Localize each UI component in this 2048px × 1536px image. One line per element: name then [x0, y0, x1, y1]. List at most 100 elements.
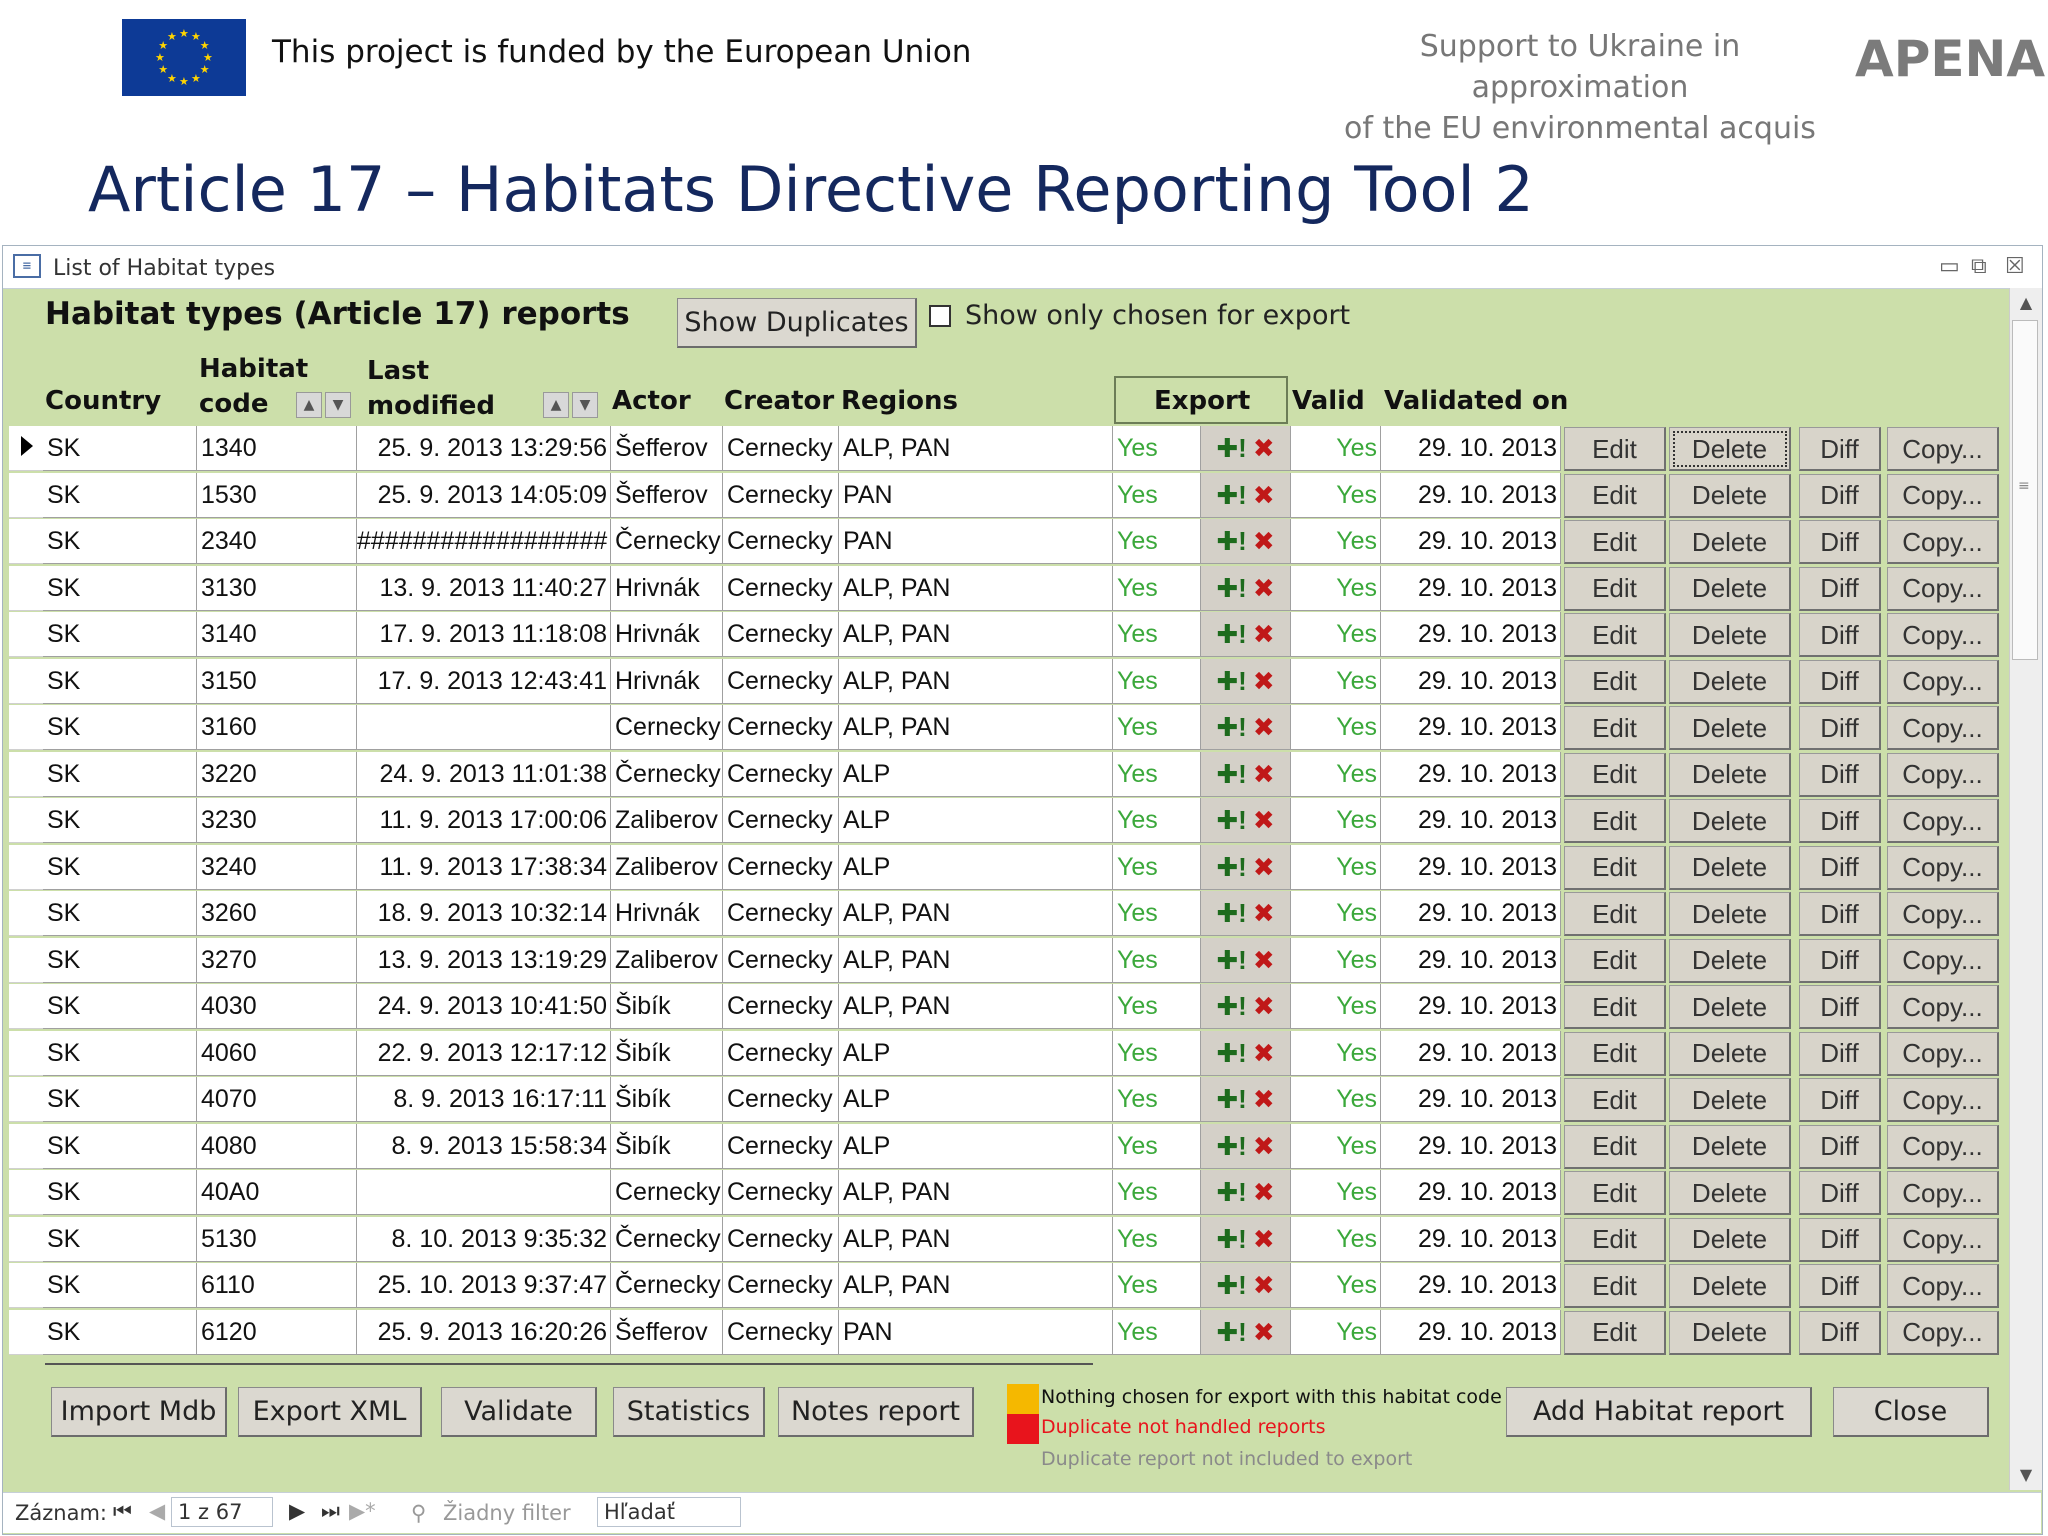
cell-validated[interactable]: 29. 10. 2013 [1381, 1216, 1561, 1262]
edit-button[interactable]: Edit [1564, 1264, 1666, 1308]
delete-button[interactable]: Delete [1669, 1031, 1791, 1076]
cell-regions[interactable]: ALP, PAN [839, 705, 1113, 750]
delete-button[interactable]: Delete [1669, 659, 1791, 704]
cell-validated[interactable]: 29. 10. 2013 [1381, 1077, 1561, 1122]
delete-button[interactable]: Delete [1669, 427, 1791, 471]
delete-button[interactable]: Delete [1669, 473, 1791, 518]
sort-ascending-modified-icon[interactable]: ▲ [543, 392, 569, 418]
cell-validated[interactable]: 29. 10. 2013 [1381, 751, 1561, 797]
cell-modified[interactable]: 11. 9. 2013 17:00:06 [357, 798, 611, 843]
table-row[interactable]: SK 1340 25. 9. 2013 13:29:56 Šefferov Cernec… [3, 426, 2003, 472]
cell-creator[interactable]: Cernecky [723, 1123, 839, 1169]
scroll-up-icon[interactable]: ▲ [2010, 288, 2042, 318]
cell-actor[interactable]: Černecky [611, 519, 723, 564]
cell-regions[interactable]: ALP [839, 751, 1113, 797]
include-export-icon[interactable]: ✚! [1216, 433, 1246, 463]
scroll-down-icon[interactable]: ▼ [2010, 1460, 2042, 1490]
cell-export[interactable]: Yes [1113, 565, 1201, 611]
copy-button[interactable]: Copy... [1887, 938, 1999, 983]
cell-export[interactable]: Yes [1113, 798, 1201, 843]
cell-export[interactable]: Yes [1113, 844, 1201, 890]
cell-regions[interactable]: PAN [839, 519, 1113, 564]
search-field[interactable]: Hľadať [597, 1497, 741, 1527]
cell-export[interactable]: Yes [1113, 658, 1201, 704]
record-selector[interactable] [9, 612, 43, 657]
cell-actor[interactable]: Hrivnák [611, 658, 723, 704]
cell-regions[interactable]: ALP, PAN [839, 565, 1113, 611]
cell-creator[interactable]: Cernecky [723, 426, 839, 471]
table-row[interactable]: SK 40A0 Cernecky Cernecky ALP, PAN Yes ✚! ✖ Yes 2… [3, 1170, 2003, 1216]
edit-button[interactable]: Edit [1564, 1310, 1666, 1355]
edit-button[interactable]: Edit [1564, 1171, 1666, 1215]
restore-icon[interactable]: ⧉ [1971, 254, 1987, 279]
exclude-export-icon[interactable]: ✖ [1253, 1317, 1275, 1347]
diff-button[interactable]: Diff [1799, 985, 1881, 1029]
cell-actor[interactable]: Zaliberov [611, 844, 723, 890]
cell-country[interactable]: SK [43, 426, 197, 471]
delete-button[interactable]: Delete [1669, 1217, 1791, 1262]
delete-button[interactable]: Delete [1669, 520, 1791, 564]
copy-button[interactable]: Copy... [1887, 427, 1999, 471]
cell-country[interactable]: SK [43, 1263, 197, 1308]
cell-modified[interactable]: 24. 9. 2013 10:41:50 [357, 984, 611, 1029]
cell-country[interactable]: SK [43, 612, 197, 657]
record-selector[interactable] [9, 658, 43, 704]
edit-button[interactable]: Edit [1564, 1124, 1666, 1169]
cell-actor[interactable]: Hrivnák [611, 565, 723, 611]
diff-button[interactable]: Diff [1799, 613, 1881, 657]
delete-button[interactable]: Delete [1669, 1124, 1791, 1169]
cell-regions[interactable]: ALP, PAN [839, 984, 1113, 1029]
edit-button[interactable]: Edit [1564, 1217, 1666, 1262]
table-row[interactable]: SK 3260 18. 9. 2013 10:32:14 Hrivnák Cerneck… [3, 891, 2003, 937]
table-row[interactable]: SK 3160 Cernecky Cernecky ALP, PAN Yes ✚! ✖ Yes 2… [3, 705, 2003, 751]
cell-code[interactable]: 3130 [197, 565, 357, 611]
table-row[interactable]: SK 4070 8. 9. 2013 16:17:11 Šibík Cernecky AL… [3, 1077, 2003, 1123]
record-selector[interactable] [9, 984, 43, 1029]
cell-valid[interactable]: Yes [1291, 1170, 1381, 1215]
cell-export[interactable]: Yes [1113, 519, 1201, 564]
minimize-icon[interactable]: ▭ [1939, 254, 1960, 279]
include-export-icon[interactable]: ✚! [1216, 898, 1246, 928]
cell-modified[interactable]: 17. 9. 2013 11:18:08 [357, 612, 611, 657]
include-export-icon[interactable]: ✚! [1216, 991, 1246, 1021]
diff-button[interactable]: Diff [1799, 1310, 1881, 1355]
cell-country[interactable]: SK [43, 1030, 197, 1076]
cell-code[interactable]: 3270 [197, 937, 357, 983]
cell-creator[interactable]: Cernecky [723, 751, 839, 797]
diff-button[interactable]: Diff [1799, 1078, 1881, 1122]
cell-modified[interactable] [357, 1170, 611, 1215]
cell-actor[interactable]: Hrivnák [611, 891, 723, 936]
edit-button[interactable]: Edit [1564, 1078, 1666, 1122]
cell-modified[interactable]: 25. 9. 2013 14:05:09 [357, 472, 611, 518]
sort-ascending-code-icon[interactable]: ▲ [296, 392, 322, 418]
include-export-icon[interactable]: ✚! [1216, 1038, 1246, 1068]
cell-country[interactable]: SK [43, 844, 197, 890]
cell-creator[interactable]: Cernecky [723, 984, 839, 1029]
include-export-icon[interactable]: ✚! [1216, 480, 1246, 510]
include-export-icon[interactable]: ✚! [1216, 619, 1246, 649]
cell-code[interactable]: 1530 [197, 472, 357, 518]
table-row[interactable]: SK 2340 ################## Černecky Cernecky… [3, 519, 2003, 565]
exclude-export-icon[interactable]: ✖ [1253, 619, 1275, 649]
exclude-export-icon[interactable]: ✖ [1253, 852, 1275, 882]
cell-regions[interactable]: ALP [839, 1077, 1113, 1122]
include-export-icon[interactable]: ✚! [1216, 1084, 1246, 1114]
cell-country[interactable]: SK [43, 891, 197, 936]
diff-button[interactable]: Diff [1799, 1124, 1881, 1169]
cell-country[interactable]: SK [43, 1077, 197, 1122]
cell-export[interactable]: Yes [1113, 1216, 1201, 1262]
cell-modified[interactable]: 25. 9. 2013 16:20:26 [357, 1309, 611, 1355]
cell-regions[interactable]: ALP, PAN [839, 426, 1113, 471]
cell-creator[interactable]: Cernecky [723, 844, 839, 890]
exclude-export-icon[interactable]: ✖ [1253, 526, 1275, 556]
cell-creator[interactable]: Cernecky [723, 565, 839, 611]
cell-actor[interactable]: Černecky [611, 1263, 723, 1308]
cell-code[interactable]: 3240 [197, 844, 357, 890]
cell-modified[interactable]: 11. 9. 2013 17:38:34 [357, 844, 611, 890]
include-export-icon[interactable]: ✚! [1216, 1317, 1246, 1347]
exclude-export-icon[interactable]: ✖ [1253, 1224, 1275, 1254]
cell-valid[interactable]: Yes [1291, 1077, 1381, 1122]
include-export-icon[interactable]: ✚! [1216, 1177, 1246, 1207]
delete-button[interactable]: Delete [1669, 1078, 1791, 1122]
include-export-icon[interactable]: ✚! [1216, 1224, 1246, 1254]
